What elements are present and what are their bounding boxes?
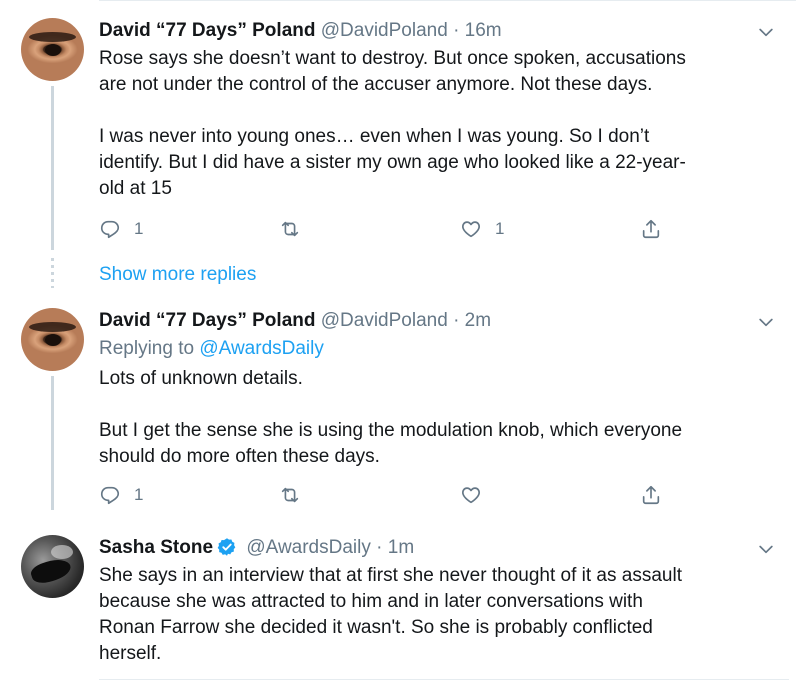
tweet-line: identify. But I did have a sister my own… <box>99 152 686 173</box>
chevron-down-icon[interactable] <box>756 22 776 42</box>
bottom-divider <box>99 679 789 680</box>
tweet-line: Rose says she doesn’t want to destroy. B… <box>99 48 686 69</box>
tweet-line: herself. <box>99 643 162 664</box>
timestamp[interactable]: 1m <box>388 537 414 558</box>
chevron-down-icon[interactable] <box>756 539 776 559</box>
tweet-header: David “77 Days” Poland @DavidPoland · 2m <box>99 309 491 333</box>
reply-icon <box>100 220 120 239</box>
like-count: 1 <box>495 219 505 238</box>
tweet-line: Ronan Farrow she decided it wasn't. So s… <box>99 617 653 638</box>
tweet-text: She says in an interview that at first s… <box>99 563 789 667</box>
tweet-line: But I get the sense she is using the mod… <box>99 420 683 441</box>
share-icon <box>642 485 660 505</box>
avatar[interactable] <box>21 535 84 598</box>
tweet-line: I was never into young ones… even when I… <box>99 126 650 147</box>
author-handle[interactable]: @DavidPoland <box>321 310 448 331</box>
thread-gap-dots <box>51 258 54 288</box>
retweet-icon <box>281 487 299 503</box>
retweet-icon <box>281 221 299 237</box>
reply-count: 1 <box>134 219 144 238</box>
show-more-replies-link[interactable]: Show more replies <box>99 263 256 287</box>
heart-icon <box>462 487 480 504</box>
author-name[interactable]: Sasha Stone <box>99 537 213 558</box>
chevron-down-icon[interactable] <box>756 312 776 332</box>
replying-to-label: Replying to <box>99 338 195 359</box>
author-name[interactable]: David “77 Days” Poland <box>99 310 315 331</box>
reply-icon <box>100 486 120 505</box>
replying-to: Replying to @AwardsDaily <box>99 337 324 361</box>
tweet-text: Rose says she doesn’t want to destroy. B… <box>99 46 789 202</box>
tweet-line: are not under the control of the accuser… <box>99 74 653 95</box>
reply-button[interactable]: 1 <box>99 480 143 510</box>
author-handle[interactable]: @AwardsDaily <box>246 537 371 558</box>
tweet-header: Sasha Stone @AwardsDaily · 1m <box>99 536 414 560</box>
avatar[interactable] <box>21 308 84 371</box>
tweet-line: She says in an interview that at first s… <box>99 565 682 586</box>
thread-line <box>51 376 54 510</box>
like-button[interactable]: 1 <box>460 214 504 244</box>
tweet-line: old at 15 <box>99 178 172 199</box>
tweet-line-break <box>99 392 789 418</box>
reply-count: 1 <box>134 485 144 504</box>
share-button[interactable] <box>640 480 662 510</box>
replying-to-mention[interactable]: @AwardsDaily <box>199 338 324 359</box>
like-button[interactable] <box>460 480 495 510</box>
separator-dot: · <box>453 310 460 331</box>
tweet-line-break <box>99 98 789 124</box>
tweet-line: Lots of unknown details. <box>99 368 303 389</box>
tweet-header: David “77 Days” Poland @DavidPoland · 16… <box>99 19 502 43</box>
retweet-button[interactable] <box>279 480 314 510</box>
avatar[interactable] <box>21 18 84 81</box>
timestamp[interactable]: 2m <box>465 310 491 331</box>
retweet-button[interactable] <box>279 214 314 244</box>
top-divider <box>99 0 796 1</box>
tweet-line: should do more often these days. <box>99 446 380 467</box>
share-button[interactable] <box>640 214 662 244</box>
timestamp[interactable]: 16m <box>465 20 502 41</box>
separator-dot: · <box>453 20 460 41</box>
heart-icon <box>462 221 480 238</box>
thread-line <box>51 86 54 250</box>
verified-badge-icon <box>217 538 236 556</box>
share-icon <box>642 219 660 239</box>
author-name[interactable]: David “77 Days” Poland <box>99 20 315 41</box>
tweet-text: Lots of unknown details. But I get the s… <box>99 366 789 470</box>
separator-dot: · <box>376 537 383 558</box>
author-handle[interactable]: @DavidPoland <box>321 20 448 41</box>
tweet-line: because she was attracted to him and in … <box>99 591 643 612</box>
reply-button[interactable]: 1 <box>99 214 143 244</box>
